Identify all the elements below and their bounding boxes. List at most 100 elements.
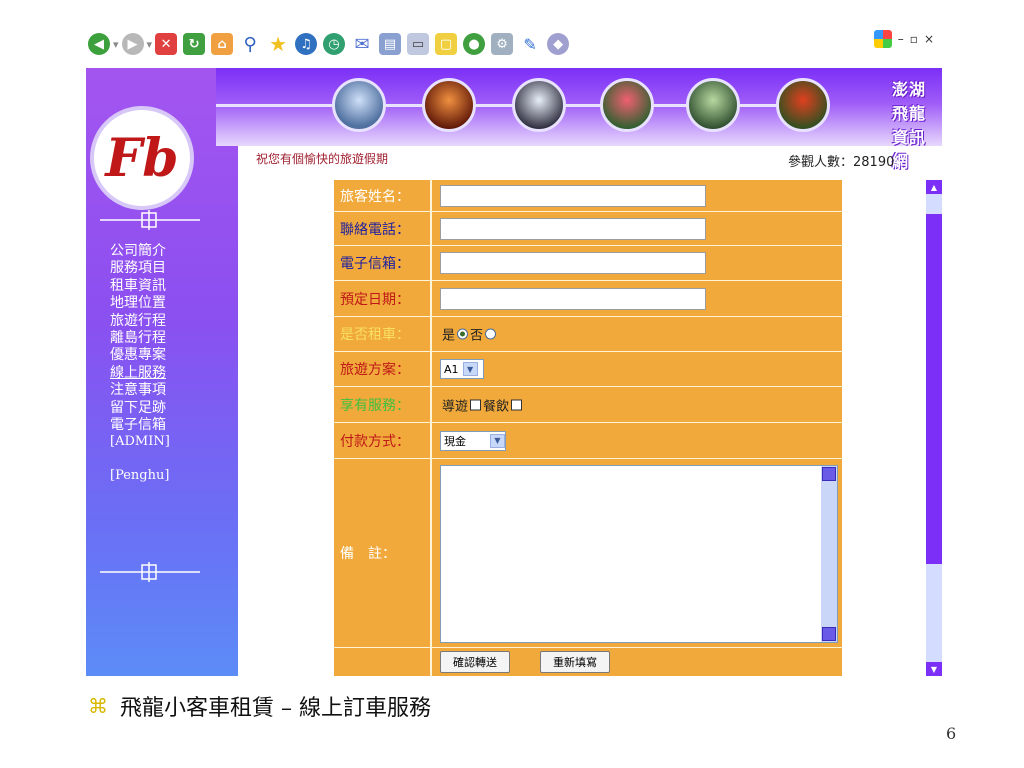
restore-icon[interactable]: ▫ <box>910 32 918 46</box>
slide-caption: ⌘ 飛龍小客車租賃 – 線上訂車服務 <box>88 690 431 722</box>
nav-item-promotions[interactable]: 優惠專案 <box>110 347 220 364</box>
scroll-up-icon[interactable]: ▲ <box>926 180 942 194</box>
phone-label: 聯絡電話： <box>340 221 410 238</box>
rent-no-radio[interactable] <box>485 328 497 340</box>
scroll-down-icon[interactable]: ▼ <box>926 662 942 676</box>
discuss-icon[interactable]: ▢ <box>435 33 458 55</box>
remark-textarea[interactable] <box>440 465 838 643</box>
form-row-service: 享有服務： 導遊 餐飲 <box>334 387 842 423</box>
payment-label: 付款方式： <box>340 433 410 450</box>
rent-options: 是 否 <box>442 325 497 344</box>
reset-button[interactable]: 重新填寫 <box>540 651 610 673</box>
column-divider <box>430 648 432 676</box>
visitor-label: 參觀人數： <box>788 155 854 170</box>
chevron-down-icon[interactable]: ▼ <box>462 362 478 376</box>
payment-select[interactable]: 現金 ▼ <box>440 430 506 451</box>
column-divider <box>430 246 432 280</box>
nav-item-notices[interactable]: 注意事項 <box>110 382 220 399</box>
minimize-icon[interactable]: – <box>898 32 904 46</box>
service-meal-checkbox[interactable] <box>511 399 523 410</box>
nav-item-location[interactable]: 地理位置 <box>110 295 220 312</box>
media-icon[interactable]: ♫ <box>295 33 318 55</box>
back-dropdown-icon[interactable]: ▾ <box>113 38 119 51</box>
refresh-icon[interactable]: ↻ <box>183 33 206 55</box>
scroll-up-icon[interactable] <box>822 467 836 481</box>
bullet-icon: ⌘ <box>88 694 108 718</box>
rent-yes-radio[interactable] <box>457 328 469 340</box>
nav-item-company[interactable]: 公司簡介 <box>110 243 220 260</box>
textarea-scrollbar[interactable] <box>821 466 837 642</box>
nav-item-admin[interactable]: [ADMIN] <box>110 434 170 449</box>
email-label: 電子信箱： <box>340 256 410 272</box>
chat-icon[interactable]: ◆ <box>547 33 570 55</box>
name-input[interactable] <box>440 184 706 207</box>
column-divider <box>430 352 432 386</box>
date-label: 預定日期： <box>340 291 410 308</box>
close-icon[interactable]: × <box>924 32 934 46</box>
visitor-counter: 參觀人數：28190 <box>788 151 894 170</box>
browser-toolbar: ◀ ▾ ▶ ▾ ✕ ↻ ⌂ ⚲ ★ ♫ ◷ ✉ ▤ ▭ ▢ ● ⚙ ✎ ◆ – … <box>82 20 942 68</box>
page-scrollbar[interactable]: ▲ ▼ <box>926 180 942 676</box>
form-row-rent: 是否租車： 是 否 <box>334 317 842 352</box>
banner-photo-blossom <box>776 78 830 132</box>
window-controls: – ▫ × <box>873 30 934 48</box>
mail-icon[interactable]: ✉ <box>351 33 374 55</box>
scroll-down-icon[interactable] <box>822 627 836 641</box>
banner-photo-forest <box>686 78 740 132</box>
caption-text: 飛龍小客車租賃 – 線上訂車服務 <box>120 696 431 721</box>
site-logo[interactable]: Fb <box>90 106 194 210</box>
messenger-icon[interactable]: ● <box>463 33 486 55</box>
date-input[interactable] <box>440 287 706 310</box>
back-icon[interactable]: ◀ <box>88 33 110 55</box>
edit-icon[interactable]: ▭ <box>407 33 430 55</box>
column-divider <box>430 387 432 422</box>
column-divider <box>430 212 432 245</box>
service-guide-checkbox[interactable] <box>470 399 482 410</box>
forward-icon[interactable]: ▶ <box>121 33 144 55</box>
print-icon[interactable]: ▤ <box>379 33 402 55</box>
nav-item-email[interactable]: 電子信箱 <box>110 417 220 434</box>
nav-item-tours[interactable]: 旅遊行程 <box>110 313 220 330</box>
booking-form: 旅客姓名： 聯絡電話： 電子信箱： 預定日期： 是否租車： 是 否 旅遊方案： … <box>334 180 842 676</box>
nav-item-guestbook[interactable]: 留下足跡 <box>110 400 220 417</box>
nav-item-penghu[interactable]: [Penghu] <box>110 468 169 483</box>
history-icon[interactable]: ◷ <box>323 33 346 55</box>
nav-item-rental-info[interactable]: 租車資訊 <box>110 278 220 295</box>
divider-ornament-top <box>100 210 200 230</box>
header-banner: 澎湖飛龍資訊網 <box>216 68 942 171</box>
research-icon[interactable]: ⚙ <box>491 33 514 55</box>
service-guide-label: 導遊 <box>442 399 469 414</box>
banner-photo-flowers <box>600 78 654 132</box>
chevron-down-icon[interactable]: ▼ <box>490 433 505 448</box>
form-row-payment: 付款方式： 現金 ▼ <box>334 423 842 459</box>
stop-icon[interactable]: ✕ <box>155 33 178 55</box>
nav-item-services[interactable]: 服務項目 <box>110 260 220 277</box>
forward-dropdown-icon[interactable]: ▾ <box>147 38 153 51</box>
home-icon[interactable]: ⌂ <box>211 33 234 55</box>
column-divider <box>430 459 432 647</box>
greeting-text: 祝您有個愉快的旅遊假期 <box>256 152 389 166</box>
bluetooth-icon[interactable]: ✎ <box>519 33 542 55</box>
nav-item-online-service[interactable]: 線上服務 <box>110 365 220 382</box>
email-input[interactable] <box>440 252 706 274</box>
form-row-plan: 旅遊方案： A1 ▼ <box>334 352 842 387</box>
form-row-phone: 聯絡電話： <box>334 212 842 246</box>
search-icon[interactable]: ⚲ <box>239 33 262 55</box>
column-divider <box>430 180 432 211</box>
plan-select[interactable]: A1 ▼ <box>440 359 484 379</box>
form-row-name: 旅客姓名： <box>334 180 842 212</box>
banner-photo-pavilion <box>422 78 476 132</box>
submit-button[interactable]: 確認轉送 <box>440 651 510 673</box>
column-divider <box>430 317 432 351</box>
favorites-icon[interactable]: ★ <box>267 32 290 56</box>
scrollbar-thumb[interactable] <box>926 214 942 564</box>
name-label: 旅客姓名： <box>340 188 410 205</box>
rent-label: 是否租車： <box>340 327 410 343</box>
nav-item-island-tours[interactable]: 離島行程 <box>110 330 220 347</box>
phone-input[interactable] <box>440 217 706 240</box>
service-label: 享有服務： <box>340 397 410 414</box>
form-row-email: 電子信箱： <box>334 246 842 281</box>
column-divider <box>430 281 432 316</box>
plan-label: 旅遊方案： <box>340 362 410 378</box>
column-divider <box>430 423 432 458</box>
